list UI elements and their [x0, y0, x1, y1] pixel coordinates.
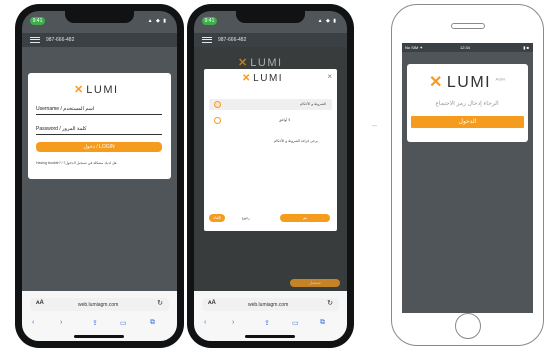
- lumi-logo-text: LUMI: [86, 84, 119, 96]
- top-bar: 987-666-482: [194, 33, 347, 47]
- speaker: [451, 23, 485, 29]
- menu-icon[interactable]: [30, 37, 40, 43]
- bookmarks-icon[interactable]: ▭: [120, 319, 127, 327]
- radio-accept[interactable]: [214, 101, 221, 108]
- phone-screen: 9:41 ▲ ◆ ▮ 987-666-482 ✕ LUMI Username /…: [22, 11, 177, 341]
- share-icon[interactable]: ⇪: [92, 319, 98, 327]
- status-time: 12:34: [460, 45, 471, 50]
- back-link[interactable]: رجوع: [242, 216, 250, 220]
- terms-option-decline[interactable]: لا أوافق: [209, 115, 332, 126]
- option-accept-label: الشروط و الأحكام: [300, 102, 326, 106]
- browser-bar: ᴀA web.lumiagm.com ↻ ‹ › ⇪ ▭ ⧉: [194, 291, 347, 341]
- login-help-text[interactable]: Having trouble? / هل لديك مشكلة في تسجيل…: [36, 161, 164, 165]
- lumi-tm: AGM: [495, 76, 505, 82]
- share-icon[interactable]: ⇪: [264, 319, 270, 327]
- close-icon[interactable]: ×: [327, 72, 332, 81]
- meeting-id-prompt: الرجاء إدخال رمز الاجتماع: [435, 101, 499, 107]
- lumi-x-icon: ✕: [429, 74, 443, 91]
- phone-login: 9:41 ▲ ◆ ▮ 987-666-482 ✕ LUMI Username /…: [15, 4, 184, 348]
- radio-decline[interactable]: [214, 117, 221, 124]
- confirm-button[interactable]: تم: [280, 214, 330, 222]
- notch: [236, 11, 305, 23]
- lumi-logo: ✕ LUMI AGM: [429, 72, 505, 92]
- status-time-badge: 9:41: [30, 17, 45, 25]
- meeting-id: 987-666-482: [46, 37, 75, 43]
- lumi-x-icon: ✕: [74, 84, 84, 96]
- battery-icon: ▮ ■: [523, 45, 529, 50]
- url-text[interactable]: web.lumiagm.com: [248, 302, 288, 308]
- background-register-button: تسجيل: [290, 279, 340, 287]
- lumi-logo: ✕ LUMI: [74, 83, 119, 96]
- tabs-icon[interactable]: ⧉: [150, 319, 155, 327]
- lumi-x-icon: ✕: [242, 73, 251, 84]
- login-card: ✕ LUMI Username / اسم المستخدم Password …: [28, 73, 171, 179]
- forward-icon[interactable]: ›: [232, 319, 234, 326]
- text-size-button[interactable]: ᴀA: [208, 300, 216, 306]
- status-icons: ▲ ◆ ▮: [317, 18, 337, 24]
- tabs-icon[interactable]: ⧉: [320, 319, 325, 327]
- url-bar[interactable]: ᴀA web.lumiagm.com ↻: [30, 298, 169, 311]
- login-button[interactable]: دخول / LOGIN: [36, 142, 162, 152]
- phone-screen: No SIM ✦ 12:34 ▮ ■ ✕ LUMI AGM الرجاء إدخ…: [402, 43, 533, 313]
- phone-terms: 9:41 ▲ ◆ ▮ 987-666-482 ✕ LUMI تسجيل ✕ LU…: [187, 4, 354, 348]
- text-size-button[interactable]: ᴀA: [36, 300, 44, 306]
- phone-meeting-id: No SIM ✦ 12:34 ▮ ■ ✕ LUMI AGM الرجاء إدخ…: [391, 4, 544, 346]
- phone-screen: 9:41 ▲ ◆ ▮ 987-666-482 ✕ LUMI تسجيل ✕ LU…: [194, 11, 347, 341]
- home-indicator: [245, 335, 295, 338]
- lumi-logo: ✕ LUMI: [242, 73, 283, 84]
- top-bar: 987-666-482: [22, 33, 177, 47]
- enter-button[interactable]: الدخول: [411, 116, 524, 128]
- forward-icon[interactable]: ›: [60, 319, 62, 326]
- home-button[interactable]: [455, 313, 481, 339]
- back-icon[interactable]: ‹: [32, 319, 34, 326]
- menu-icon[interactable]: [202, 37, 212, 43]
- status-bar: No SIM ✦ 12:34 ▮ ■: [402, 43, 533, 52]
- status-icons: ▲ ◆ ▮: [147, 18, 167, 24]
- carrier-status: No SIM ✦: [405, 45, 423, 50]
- url-bar[interactable]: ᴀA web.lumiagm.com ↻: [202, 298, 339, 311]
- back-icon[interactable]: ‹: [204, 319, 206, 326]
- terms-option-accept[interactable]: الشروط و الأحكام: [209, 99, 332, 110]
- terms-body-text: يرجى قراءة الشروط و الأحكام: [274, 139, 318, 143]
- password-label: Password / كلمة المرور: [36, 126, 87, 132]
- bookmarks-icon[interactable]: ▭: [292, 319, 299, 327]
- meeting-id-card: ✕ LUMI AGM الرجاء إدخال رمز الاجتماع الد…: [407, 64, 528, 142]
- username-field[interactable]: [36, 114, 162, 115]
- lumi-logo-text: LUMI: [446, 74, 492, 91]
- lumi-logo-text: LUMI: [253, 73, 284, 84]
- status-time-badge: 9:41: [202, 17, 217, 25]
- lumi-logo-bg: ✕ LUMI: [238, 56, 283, 69]
- reload-icon[interactable]: ↻: [157, 299, 163, 307]
- browser-bar: ᴀA web.lumiagm.com ↻ ‹ › ⇪ ▭ ⧉: [22, 291, 177, 341]
- notch: [65, 11, 134, 23]
- home-indicator: [74, 335, 124, 338]
- cancel-button[interactable]: إلغاء: [209, 214, 225, 222]
- password-field[interactable]: [36, 134, 162, 135]
- terms-modal: ✕ LUMI × الشروط و الأحكام لا أوافق يرجى …: [204, 69, 337, 231]
- url-text[interactable]: web.lumiagm.com: [78, 302, 118, 308]
- option-decline-label: لا أوافق: [279, 118, 291, 122]
- lumi-x-icon: ✕: [238, 57, 248, 69]
- meeting-id: 987-666-482: [218, 37, 247, 43]
- reload-icon[interactable]: ↻: [327, 299, 333, 307]
- lumi-logo-text: LUMI: [250, 57, 283, 69]
- separator: –: [372, 120, 378, 130]
- username-label: Username / اسم المستخدم: [36, 106, 95, 112]
